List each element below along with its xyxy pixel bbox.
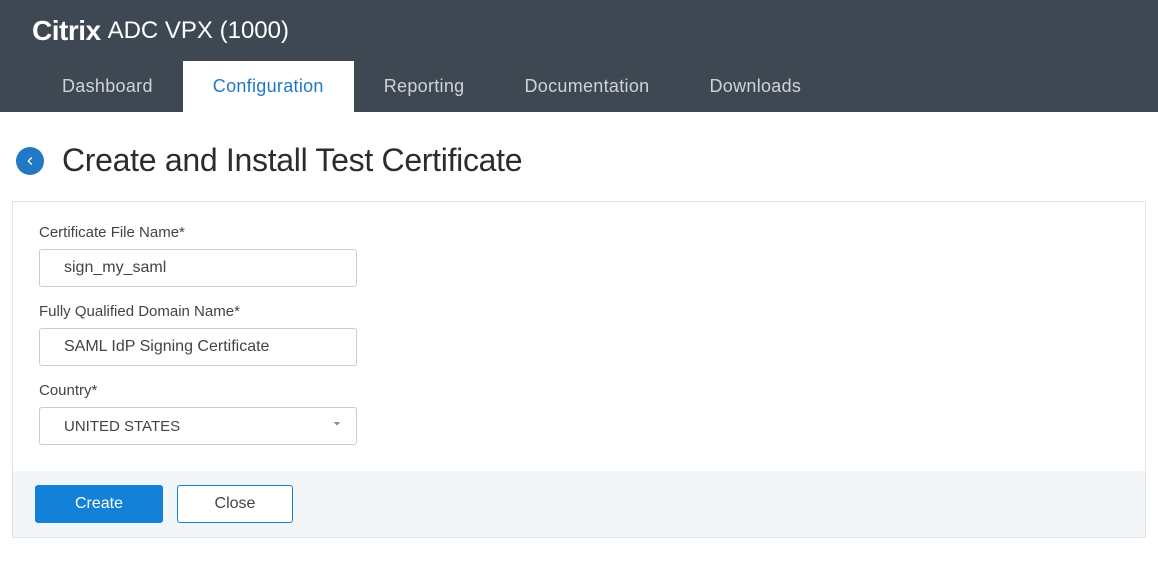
form-group-country: Country* UNITED STATES [39, 382, 1119, 445]
form-panel: Certificate File Name* Fully Qualified D… [12, 201, 1146, 538]
tab-configuration[interactable]: Configuration [183, 61, 354, 112]
close-button[interactable]: Close [177, 485, 293, 523]
back-icon[interactable] [16, 147, 44, 175]
create-button[interactable]: Create [35, 485, 163, 523]
form-body: Certificate File Name* Fully Qualified D… [13, 202, 1145, 471]
page-header: Create and Install Test Certificate [0, 142, 1158, 201]
fqdn-input[interactable] [39, 328, 357, 366]
cert-file-name-input[interactable] [39, 249, 357, 287]
brand-name: Citrix [32, 15, 101, 47]
form-footer: Create Close [13, 471, 1145, 537]
cert-file-name-label: Certificate File Name* [39, 224, 1119, 241]
page-title: Create and Install Test Certificate [62, 142, 522, 179]
tab-dashboard[interactable]: Dashboard [32, 61, 183, 112]
nav-tabs: Dashboard Configuration Reporting Docume… [0, 61, 1158, 112]
form-group-fqdn: Fully Qualified Domain Name* [39, 303, 1119, 366]
tab-documentation[interactable]: Documentation [494, 61, 679, 112]
form-group-cert-file-name: Certificate File Name* [39, 224, 1119, 287]
country-label: Country* [39, 382, 1119, 399]
page-content: Create and Install Test Certificate Cert… [0, 112, 1158, 538]
tab-reporting[interactable]: Reporting [354, 61, 495, 112]
country-select-wrapper: UNITED STATES [39, 407, 357, 445]
fqdn-label: Fully Qualified Domain Name* [39, 303, 1119, 320]
app-header: Citrix ADC VPX (1000) [0, 0, 1158, 61]
country-select[interactable]: UNITED STATES [39, 407, 357, 445]
tab-downloads[interactable]: Downloads [679, 61, 831, 112]
product-name: ADC VPX (1000) [108, 17, 289, 45]
